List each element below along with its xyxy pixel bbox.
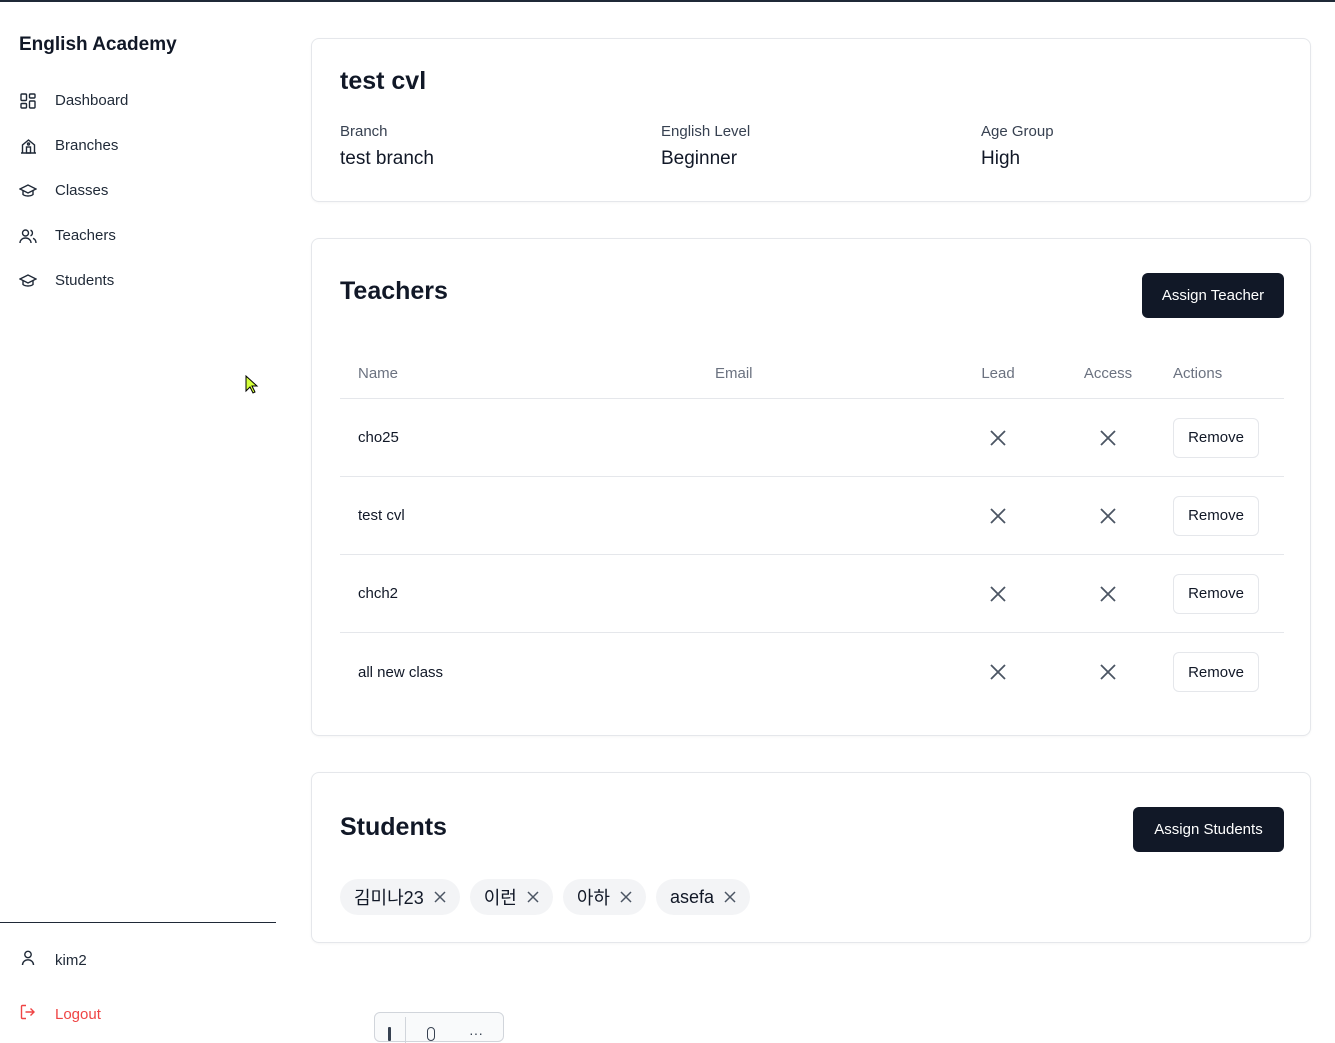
students-card: Students Assign Students 김미나23 이런 아하 ase… xyxy=(311,772,1311,943)
student-chip-list: 김미나23 이런 아하 asefa xyxy=(340,879,750,915)
access-false-x-icon xyxy=(1053,585,1163,603)
student-chip-label: 아하 xyxy=(576,888,610,908)
lead-false-x-icon xyxy=(943,429,1053,447)
logout-icon xyxy=(19,1003,37,1026)
remove-chip-x-icon[interactable] xyxy=(620,891,632,903)
column-header-access[interactable]: Access xyxy=(1053,365,1163,382)
logout-label: Logout xyxy=(55,1005,101,1023)
sidebar: English Academy Dashboard Branches Class… xyxy=(0,0,276,1037)
student-chip-label: 이런 xyxy=(483,888,517,908)
user-name: kim2 xyxy=(55,951,87,969)
toolbar-divider xyxy=(405,1017,406,1043)
drag-handle-icon[interactable] xyxy=(388,1027,391,1041)
lead-false-x-icon xyxy=(943,507,1053,525)
sidebar-item-label: Teachers xyxy=(55,227,116,244)
class-info-card: test cvl Branch test branch English Leve… xyxy=(311,38,1311,202)
student-chip: 이런 xyxy=(469,879,553,915)
students-title: Students xyxy=(340,813,447,841)
english-level-field: English Level Beginner xyxy=(661,123,750,170)
teachers-table: Name Email Lead Access Actions cho25 Rem… xyxy=(340,349,1284,711)
teacher-name: all new class xyxy=(358,663,444,681)
mouse-cursor-icon xyxy=(245,374,259,400)
floating-toolbar[interactable]: ··· xyxy=(374,1012,504,1043)
remove-chip-x-icon[interactable] xyxy=(434,891,446,903)
user-icon xyxy=(19,949,37,972)
teacher-name: cho25 xyxy=(358,429,399,446)
column-header-email[interactable]: Email xyxy=(715,365,943,382)
brand-title: English Academy xyxy=(19,34,177,55)
table-row: cho25 Remove xyxy=(340,399,1284,477)
field-value: Beginner xyxy=(661,148,738,169)
more-options-icon[interactable]: ··· xyxy=(469,1025,483,1041)
field-label: Age Group xyxy=(981,123,1054,140)
field-label: Branch xyxy=(340,123,388,140)
graduation-cap-icon xyxy=(19,272,37,290)
sidebar-item-dashboard[interactable]: Dashboard xyxy=(19,78,259,123)
teachers-card: Teachers Assign Teacher Name Email Lead … xyxy=(311,238,1311,736)
student-chip: 김미나23 xyxy=(340,879,460,915)
field-label: English Level xyxy=(661,123,751,140)
lead-false-x-icon xyxy=(943,585,1053,603)
sidebar-item-branches[interactable]: Branches xyxy=(19,123,259,168)
column-header-actions: Actions xyxy=(1173,365,1223,382)
column-header-lead[interactable]: Lead xyxy=(943,365,1053,382)
branch-field: Branch test branch xyxy=(340,123,434,170)
sidebar-item-students[interactable]: Students xyxy=(19,258,259,303)
remove-teacher-button[interactable]: Remove xyxy=(1173,417,1259,458)
teacher-name: chch2 xyxy=(358,585,399,602)
student-chip: asefa xyxy=(655,879,750,915)
remove-teacher-button[interactable]: Remove xyxy=(1173,573,1259,614)
assign-teacher-button[interactable]: Assign Teacher xyxy=(1142,273,1284,318)
remove-chip-x-icon[interactable] xyxy=(527,891,539,903)
sidebar-item-label: Branches xyxy=(55,137,119,154)
current-user: kim2 xyxy=(19,948,87,972)
logout-button[interactable]: Logout xyxy=(19,1002,101,1026)
users-icon xyxy=(19,227,37,245)
building-icon xyxy=(19,137,37,155)
table-header: Name Email Lead Access Actions xyxy=(340,349,1284,399)
sidebar-item-label: Classes xyxy=(55,182,109,199)
table-row: all new class Remove xyxy=(340,633,1284,711)
field-value: test branch xyxy=(340,148,434,169)
sidebar-item-classes[interactable]: Classes xyxy=(19,168,259,213)
student-chip-label: asefa xyxy=(669,886,714,907)
class-title: test cvl xyxy=(340,67,427,95)
sidebar-item-label: Students xyxy=(55,272,115,289)
column-header-name[interactable]: Name xyxy=(340,365,715,382)
sidebar-divider xyxy=(0,922,276,923)
assign-students-button[interactable]: Assign Students xyxy=(1133,807,1284,852)
teachers-title: Teachers xyxy=(340,277,448,305)
access-false-x-icon xyxy=(1053,429,1163,447)
lead-false-x-icon xyxy=(943,663,1053,681)
sidebar-item-teachers[interactable]: Teachers xyxy=(19,213,259,258)
field-value: High xyxy=(981,148,1021,169)
table-row: test cvl Remove xyxy=(340,477,1284,555)
access-false-x-icon xyxy=(1053,663,1163,681)
teacher-name: test cvl xyxy=(358,507,405,524)
access-false-x-icon xyxy=(1053,507,1163,525)
age-group-field: Age Group High xyxy=(981,123,1054,170)
dashboard-icon xyxy=(19,92,37,110)
graduation-cap-icon xyxy=(19,182,37,200)
remove-teacher-button[interactable]: Remove xyxy=(1173,652,1259,692)
sidebar-nav: Dashboard Branches Classes Teachers Stud… xyxy=(19,78,259,303)
sidebar-item-label: Dashboard xyxy=(55,92,129,109)
student-chip: 아하 xyxy=(562,879,646,915)
microphone-icon[interactable] xyxy=(427,1027,435,1041)
remove-chip-x-icon[interactable] xyxy=(724,891,736,903)
remove-teacher-button[interactable]: Remove xyxy=(1173,495,1259,536)
table-row: chch2 Remove xyxy=(340,555,1284,633)
student-chip-label: 김미나23 xyxy=(354,888,424,908)
